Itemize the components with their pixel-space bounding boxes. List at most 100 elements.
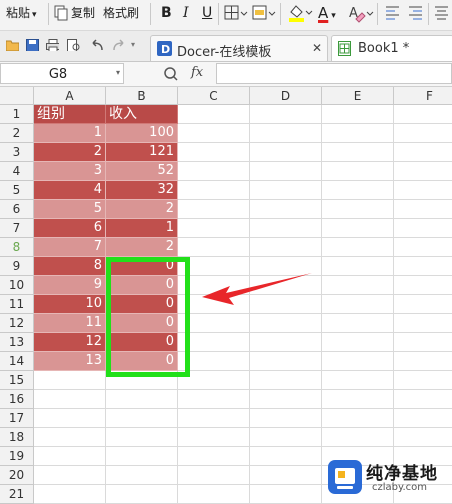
- row-header[interactable]: 3: [0, 143, 34, 162]
- row-header[interactable]: 17: [0, 409, 34, 428]
- row-header[interactable]: 11: [0, 295, 34, 314]
- paste-dropdown-icon[interactable]: ▾: [32, 10, 37, 20]
- row-header[interactable]: 7: [0, 219, 34, 238]
- clear-format-icon[interactable]: A: [348, 4, 374, 24]
- row-header[interactable]: 8: [0, 238, 34, 257]
- row-header[interactable]: 15: [0, 371, 34, 390]
- grid-cell[interactable]: [394, 162, 452, 181]
- grid-cell[interactable]: [250, 105, 322, 124]
- grid-cell[interactable]: [178, 428, 250, 447]
- grid-cell[interactable]: [250, 219, 322, 238]
- row-header[interactable]: 14: [0, 352, 34, 371]
- table-cell[interactable]: 5: [34, 200, 106, 219]
- table-cell[interactable]: 100: [106, 124, 178, 143]
- grid-cell[interactable]: [394, 295, 452, 314]
- grid-cell[interactable]: [106, 428, 178, 447]
- table-cell[interactable]: 13: [34, 352, 106, 371]
- table-cell[interactable]: 32: [106, 181, 178, 200]
- grid-cell[interactable]: [250, 485, 322, 504]
- grid-cell[interactable]: [34, 428, 106, 447]
- grid-cell[interactable]: [394, 200, 452, 219]
- select-all-corner[interactable]: [0, 87, 34, 105]
- grid-cell[interactable]: [178, 409, 250, 428]
- grid-cell[interactable]: [322, 200, 394, 219]
- grid-cell[interactable]: [322, 162, 394, 181]
- grid-cell[interactable]: [178, 219, 250, 238]
- grid-cell[interactable]: [34, 466, 106, 485]
- underline-button[interactable]: U: [202, 0, 212, 26]
- bold-button[interactable]: B: [161, 0, 172, 26]
- insert-function-button[interactable]: fx: [191, 65, 203, 80]
- grid-cell[interactable]: [250, 390, 322, 409]
- table-cell[interactable]: 9: [34, 276, 106, 295]
- table-cell[interactable]: 2: [106, 238, 178, 257]
- grid-cell[interactable]: [178, 143, 250, 162]
- row-header[interactable]: 18: [0, 428, 34, 447]
- table-cell[interactable]: 8: [34, 257, 106, 276]
- grid-cell[interactable]: [322, 124, 394, 143]
- column-header[interactable]: D: [250, 87, 322, 105]
- grid-cell[interactable]: [394, 124, 452, 143]
- align-left-icon[interactable]: [385, 5, 401, 21]
- row-header[interactable]: 9: [0, 257, 34, 276]
- grid-cell[interactable]: [322, 181, 394, 200]
- grid-cell[interactable]: [178, 162, 250, 181]
- save-icon[interactable]: [26, 39, 39, 51]
- grid-cell[interactable]: [178, 447, 250, 466]
- grid-cell[interactable]: [394, 390, 452, 409]
- font-color-dropdown-icon[interactable]: ▾: [331, 3, 336, 29]
- customize-dropdown-icon[interactable]: ▾: [131, 40, 139, 50]
- align-right-icon[interactable]: [408, 5, 424, 21]
- grid-cell[interactable]: [394, 428, 452, 447]
- grid-cell[interactable]: [322, 428, 394, 447]
- grid-cell[interactable]: [322, 409, 394, 428]
- align-center-icon[interactable]: [434, 5, 450, 21]
- grid-cell[interactable]: [322, 390, 394, 409]
- grid-cell[interactable]: [394, 238, 452, 257]
- open-folder-icon[interactable]: [6, 39, 19, 51]
- paste-button[interactable]: 粘贴 ▾: [6, 0, 37, 26]
- formula-input[interactable]: [216, 63, 452, 84]
- grid-cell[interactable]: [394, 409, 452, 428]
- grid-cell[interactable]: [322, 333, 394, 352]
- row-header[interactable]: 16: [0, 390, 34, 409]
- grid-cell[interactable]: [322, 276, 394, 295]
- grid-cell[interactable]: [322, 143, 394, 162]
- grid-cell[interactable]: [34, 409, 106, 428]
- row-header[interactable]: 5: [0, 181, 34, 200]
- table-cell[interactable]: 6: [34, 219, 106, 238]
- row-header[interactable]: 20: [0, 466, 34, 485]
- grid-cell[interactable]: [250, 428, 322, 447]
- grid-cell[interactable]: [250, 409, 322, 428]
- fill-color-icon[interactable]: [287, 3, 313, 23]
- grid-cell[interactable]: [34, 390, 106, 409]
- grid-cell[interactable]: [322, 371, 394, 390]
- column-header[interactable]: B: [106, 87, 178, 105]
- row-header[interactable]: 19: [0, 447, 34, 466]
- merge-icon[interactable]: [252, 5, 276, 21]
- table-cell[interactable]: 2: [106, 200, 178, 219]
- table-cell[interactable]: 121: [106, 143, 178, 162]
- table-cell[interactable]: 11: [34, 314, 106, 333]
- name-box-dropdown-icon[interactable]: ▾: [116, 68, 120, 77]
- grid-cell[interactable]: [178, 485, 250, 504]
- grid-cell[interactable]: [250, 124, 322, 143]
- table-cell[interactable]: 1: [106, 219, 178, 238]
- column-header[interactable]: E: [322, 87, 394, 105]
- grid-cell[interactable]: [178, 390, 250, 409]
- grid-cell[interactable]: [394, 219, 452, 238]
- column-header[interactable]: F: [394, 87, 452, 105]
- grid-cell[interactable]: [394, 371, 452, 390]
- grid-cell[interactable]: [322, 105, 394, 124]
- grid-cell[interactable]: [106, 447, 178, 466]
- name-box[interactable]: G8 ▾: [0, 63, 124, 84]
- grid-cell[interactable]: [322, 314, 394, 333]
- row-header[interactable]: 10: [0, 276, 34, 295]
- table-cell[interactable]: 4: [34, 181, 106, 200]
- table-cell[interactable]: 12: [34, 333, 106, 352]
- grid-cell[interactable]: [322, 219, 394, 238]
- italic-button[interactable]: I: [183, 0, 189, 26]
- undo-icon[interactable]: [90, 39, 103, 51]
- grid-cell[interactable]: [250, 238, 322, 257]
- table-header-cell[interactable]: 组别: [34, 105, 106, 124]
